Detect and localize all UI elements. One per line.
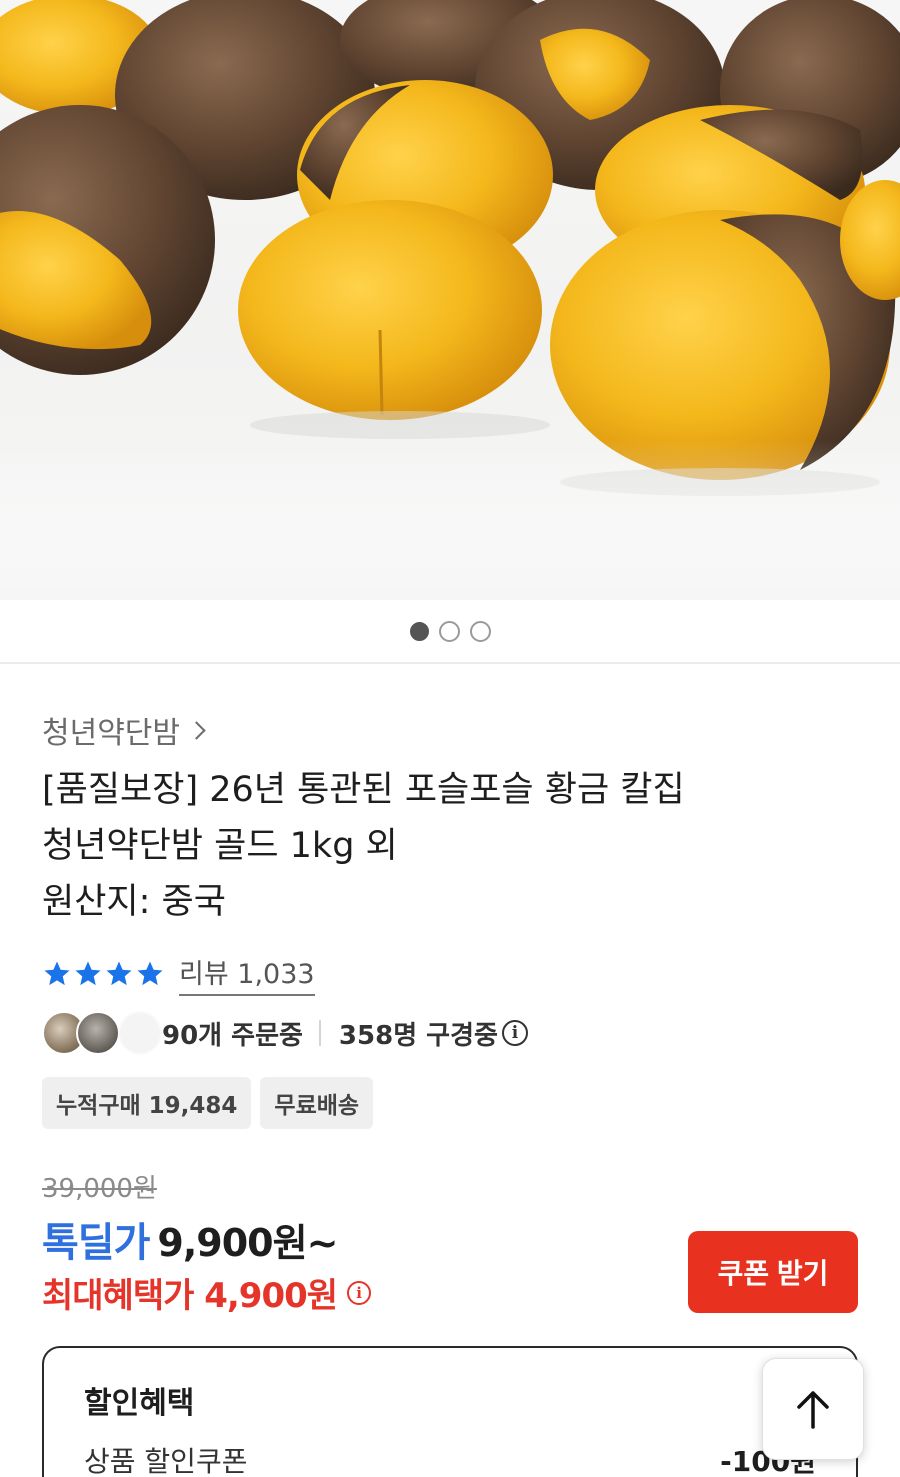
seller-name: 청년약단밤 [42, 716, 180, 751]
product-title-line-2: 청년약단밤 골드 1kg 외 [42, 826, 398, 866]
orders-count: 90개 주문중 [162, 1020, 303, 1051]
original-price: 39,000원 [42, 1174, 157, 1204]
seller-link[interactable]: 청년약단밤 [42, 708, 206, 752]
max-benefit-price: 최대혜택가 4,900원 [42, 1276, 338, 1316]
chestnut-photo [0, 0, 900, 600]
get-coupon-button[interactable]: 쿠폰 받기 [688, 1231, 858, 1313]
carousel-dot-3[interactable] [469, 620, 491, 642]
product-tags: 누적구매 19,484 무료배송 [42, 1077, 374, 1129]
discount-benefits-panel: 할인혜택 상품 할인쿠폰 -100원 [42, 1346, 858, 1477]
carousel-dot-2[interactable] [438, 620, 460, 642]
deal-price-row: 톡딜가 9,900원~ [42, 1210, 338, 1268]
deal-price: 9,900원~ [157, 1221, 338, 1265]
chevron-right-icon [187, 720, 206, 740]
avatar [76, 1011, 120, 1055]
product-title: [품질보장] 26년 통관된 포슬포슬 황금 칼집 청년약단밤 골드 1kg 외… [42, 762, 842, 930]
max-benefit-row: 최대혜택가 4,900원 i [42, 1268, 372, 1317]
buyer-avatars [42, 1011, 162, 1055]
star-icon [106, 961, 132, 986]
review-count-link[interactable]: 리뷰 1,033 [179, 952, 315, 996]
star-icon [75, 961, 101, 986]
arrow-up-icon [797, 1391, 829, 1429]
social-proof: 90개 주문중 358명 구경중 i [42, 1011, 528, 1055]
tag-cumulative-purchases: 누적구매 19,484 [42, 1077, 252, 1129]
separator [318, 1020, 321, 1046]
avatar [118, 1011, 162, 1055]
product-title-line-1: [품질보장] 26년 통관된 포슬포슬 황금 칼집 [42, 770, 685, 810]
deal-label: 톡딜가 [42, 1220, 150, 1266]
product-detail-page: 청년약단밤 [품질보장] 26년 통관된 포슬포슬 황금 칼집 청년약단밤 골드… [0, 0, 900, 1477]
scroll-to-top-button[interactable] [762, 1358, 864, 1460]
coupon-row-label: 상품 할인쿠폰 [84, 1445, 248, 1477]
tag-free-shipping: 무료배송 [260, 1077, 374, 1129]
star-icon [137, 961, 163, 986]
product-origin: 원산지: 중국 [42, 882, 226, 922]
carousel-dot-1[interactable] [409, 621, 429, 641]
rating-summary[interactable]: 리뷰 1,033 [42, 952, 315, 996]
carousel-indicator[interactable] [0, 600, 900, 662]
viewers-count: 358명 구경중 [338, 1020, 498, 1051]
benefits-title: 할인혜택 [84, 1386, 195, 1421]
star-rating [42, 959, 165, 989]
star-icon [44, 961, 70, 986]
info-circle-icon[interactable]: i [347, 1280, 372, 1305]
product-image[interactable] [0, 0, 900, 600]
info-circle-icon[interactable]: i [501, 1020, 528, 1046]
divider [0, 662, 900, 664]
